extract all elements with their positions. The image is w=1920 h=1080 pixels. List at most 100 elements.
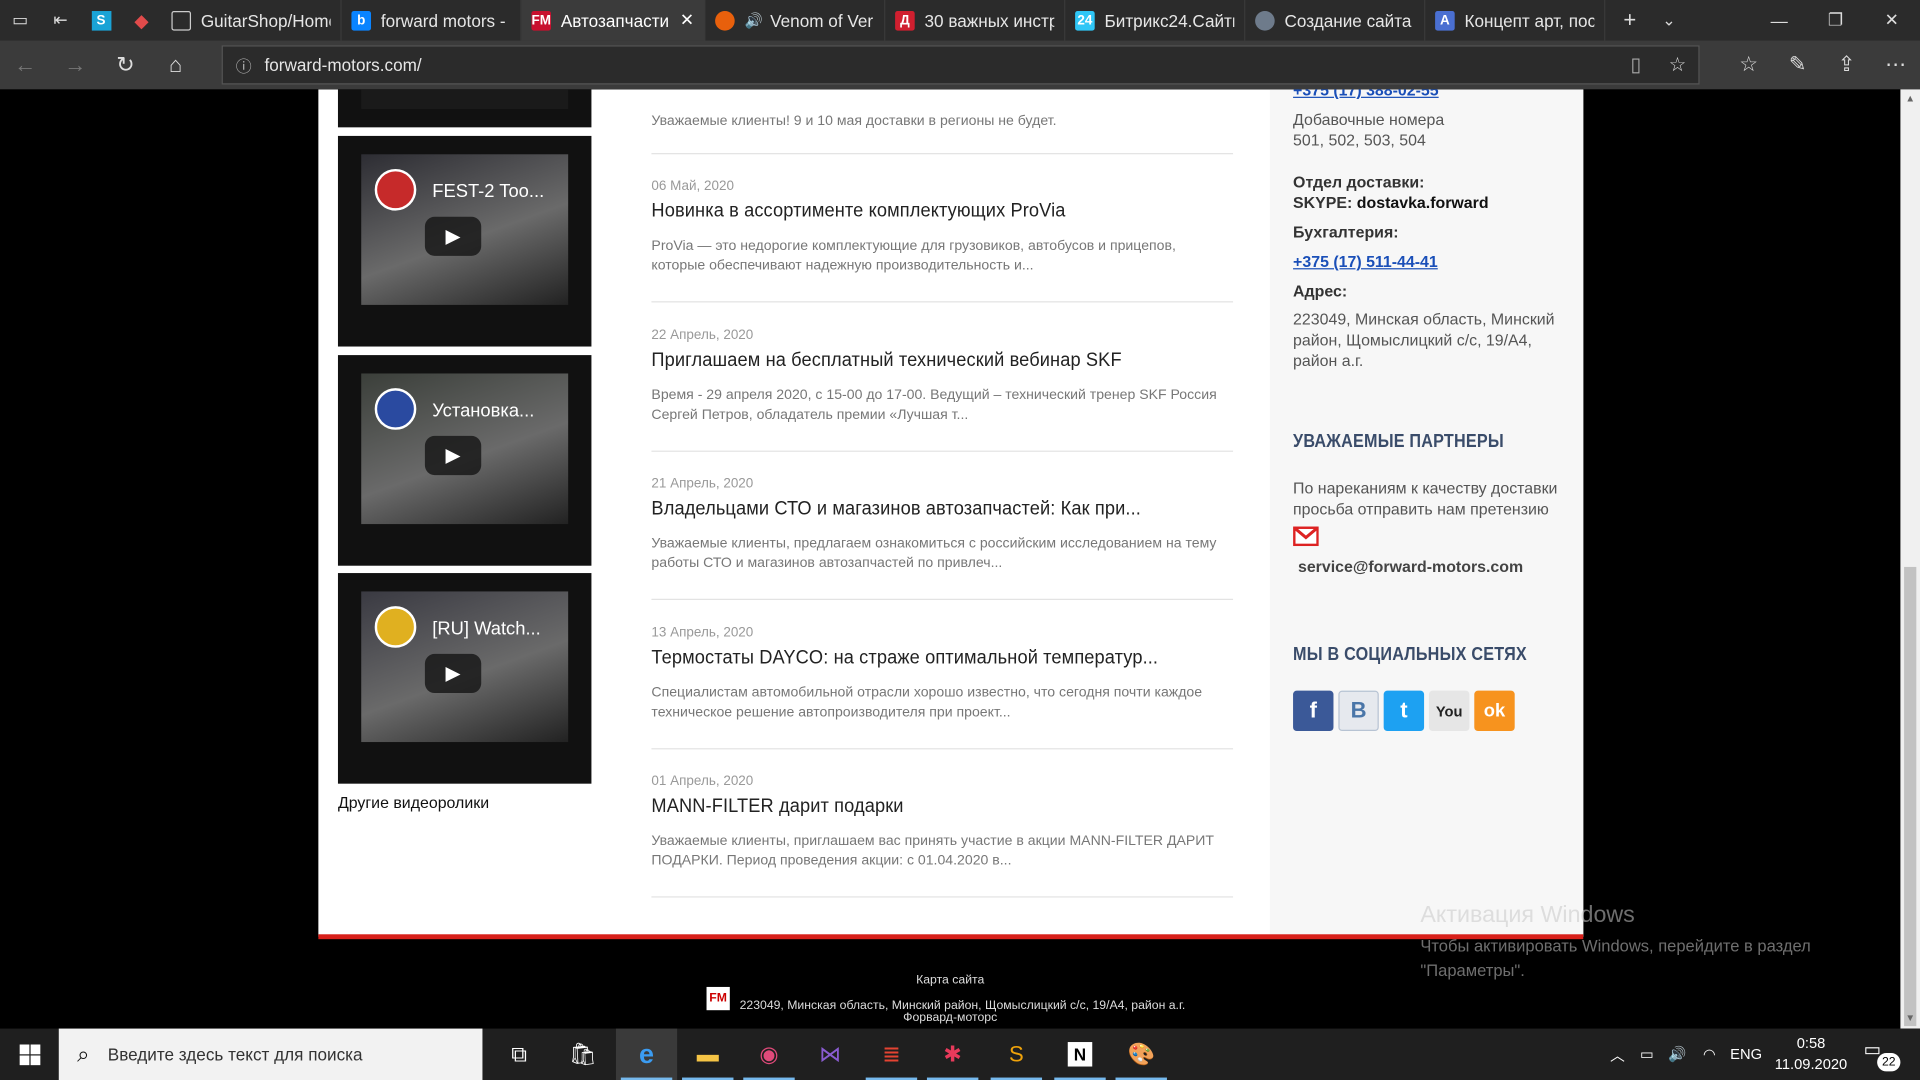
web-note-icon[interactable]: ✎	[1773, 40, 1822, 89]
play-icon[interactable]: ▶	[424, 653, 482, 694]
tab-3[interactable]: 🔊 Venom of Ver	[705, 0, 886, 41]
news-item-partial[interactable]: Уважаемые клиенты! 9 и 10 мая доставки в…	[651, 89, 1234, 155]
skype-pinned-icon[interactable]: S	[81, 0, 121, 40]
play-icon[interactable]: ▶	[424, 435, 482, 476]
notification-count-badge: 22	[1877, 1053, 1901, 1072]
address-text: 223049, Минская область, Минский район, …	[1293, 309, 1555, 370]
twitter-icon[interactable]: t	[1383, 690, 1425, 732]
news-title-link[interactable]: Приглашаем на бесплатный технический веб…	[651, 350, 1232, 372]
browser-toolbar: ← → ↻ ⌂ ⓘ forward-motors.com/ ▯ ☆ ☆ ✎ ⇪ …	[0, 40, 1920, 90]
tab-5[interactable]: 24 Битрикс24.Сайты	[1065, 0, 1246, 41]
visual-studio-icon[interactable]: ⋈	[800, 1029, 861, 1080]
partners-email-link[interactable]: service@forward-motors.com	[1298, 556, 1523, 577]
tab-audio-icon[interactable]: 🔊	[744, 12, 762, 29]
scroll-thumb[interactable]	[1904, 566, 1917, 1027]
tab-label: forward motors -	[380, 10, 506, 31]
social-heading: МЫ В СОЦИАЛЬНЫХ СЕТЯХ	[1293, 644, 1559, 665]
partners-email[interactable]: service@forward-motors.com	[1298, 557, 1523, 575]
battery-icon[interactable]: ▭	[1632, 1029, 1661, 1080]
page-scrollbar[interactable]: ▲ ▼	[1900, 89, 1920, 1029]
reading-view-icon[interactable]: ▯	[1615, 53, 1657, 77]
tab-0[interactable]: GuitarShop/Home	[162, 0, 342, 41]
news-date: 13 Апрель, 2020	[651, 625, 754, 641]
top-phone-link[interactable]: +375 (17) 388-02-55	[1293, 89, 1439, 100]
network-icon[interactable]: ◠	[1695, 1029, 1724, 1080]
scroll-up-icon[interactable]: ▲	[1900, 89, 1920, 109]
tab-list-chevron-icon[interactable]: ⌄	[1649, 0, 1688, 40]
tab-7[interactable]: A Концепт арт, пос	[1425, 0, 1606, 41]
pinned-cube-icon[interactable]: ◆	[121, 0, 161, 40]
facebook-icon[interactable]: f	[1293, 690, 1334, 732]
task-view-icon[interactable]: ⧉	[489, 1029, 550, 1080]
tab-4[interactable]: Д 30 важных инстр	[885, 0, 1066, 41]
edge-icon[interactable]: e	[615, 1028, 678, 1080]
address-label: Адрес:	[1293, 281, 1348, 301]
forward-icon[interactable]: →	[50, 40, 100, 89]
volume-icon[interactable]: 🔊	[1663, 1029, 1692, 1080]
sublime-text-icon[interactable]: S	[986, 1029, 1047, 1080]
favorite-star-icon[interactable]: ☆	[1657, 53, 1699, 77]
search-placeholder[interactable]: Введите здесь текст для поиска	[108, 1044, 363, 1064]
minimize-icon[interactable]: —	[1751, 0, 1807, 40]
video-card[interactable]: Установка... ▶	[337, 355, 592, 566]
home-icon[interactable]: ⌂	[151, 40, 201, 89]
todoist-icon[interactable]: ≣	[861, 1029, 922, 1080]
close-tab-icon[interactable]: ✕	[680, 10, 694, 31]
language-indicator[interactable]: ENG	[1724, 1029, 1768, 1080]
site-info-icon[interactable]: ⓘ	[223, 53, 265, 76]
notion-icon[interactable]: N	[1049, 1029, 1110, 1080]
restore-icon[interactable]: ❐	[1807, 0, 1863, 40]
close-window-icon[interactable]: ✕	[1864, 0, 1920, 40]
accounting-phone-link[interactable]: +375 (17) 511-44-41	[1293, 252, 1438, 270]
tab-1[interactable]: b forward motors -	[342, 0, 522, 41]
more-videos-link[interactable]: Другие видеоролики	[338, 793, 489, 811]
channel-avatar	[374, 606, 417, 648]
paint-app-icon[interactable]: 🎨	[1111, 1029, 1172, 1080]
address-url[interactable]: forward-motors.com/	[264, 55, 1615, 75]
action-center-icon[interactable]: ▭ 22	[1864, 1038, 1901, 1072]
youtube-icon[interactable]: You	[1428, 690, 1470, 732]
set-aside-tabs-icon[interactable]: ⇤	[40, 0, 80, 40]
scroll-down-icon[interactable]: ▼	[1900, 1009, 1920, 1029]
social-title: МЫ В СОЦИАЛЬНЫХ СЕТЯХ	[1293, 644, 1527, 665]
news-text: Уважаемые клиенты! 9 и 10 мая доставки в…	[651, 113, 1057, 129]
store-icon[interactable]: 🛍	[552, 1029, 613, 1080]
tab-actions-icon[interactable]: ▭	[0, 0, 40, 40]
tasks-app-icon[interactable]: ✱	[922, 1029, 983, 1080]
video-card[interactable]: [RU] Watch... ▶	[337, 573, 592, 784]
favorites-icon[interactable]: ☆	[1724, 40, 1773, 89]
tray-overflow-chevron-icon[interactable]: ︿	[1604, 1029, 1631, 1080]
new-tab-icon[interactable]: +	[1610, 0, 1649, 40]
music-app-icon[interactable]: ◉	[738, 1029, 799, 1080]
video-card-partial[interactable]	[337, 89, 592, 128]
channel-avatar	[374, 168, 417, 211]
tab-2[interactable]: FM Автозапчасти ✕	[521, 0, 706, 41]
site-favicon-icon: Д	[895, 10, 915, 31]
news-title-link[interactable]: Новинка в ассортименте комплектующих Pro…	[651, 201, 1232, 223]
screen: ▭ ⇤ S ◆ GuitarShop/Home b forward motors -…	[0, 0, 1920, 1080]
more-menu-icon[interactable]: ⋯	[1871, 40, 1920, 89]
vkontakte-icon[interactable]: В	[1338, 690, 1379, 732]
play-icon[interactable]: ▶	[424, 216, 482, 256]
news-item: 22 Апрель, 2020 Приглашаем на бесплатный …	[651, 304, 1234, 452]
start-windows-icon[interactable]	[0, 1029, 59, 1080]
refresh-icon[interactable]: ↻	[100, 40, 150, 89]
news-title-link[interactable]: Термостаты DAYCO: на страже оптимальной …	[651, 648, 1232, 670]
video-card[interactable]: FEST-2 Too... ▶	[337, 135, 592, 347]
address-bar[interactable]: ⓘ forward-motors.com/ ▯ ☆	[221, 45, 1700, 85]
odnoklassniki-icon[interactable]: ok	[1474, 690, 1515, 732]
news-title-link[interactable]: Владельцами СТО и магазинов автозапчасте…	[651, 498, 1232, 520]
tab-label: 30 важных инстр	[924, 10, 1055, 31]
taskbar-clock[interactable]: 0:58 11.09.2020	[1773, 1033, 1849, 1075]
taskbar-search[interactable]: ⌕ Введите здесь текст для поиска	[58, 1028, 483, 1080]
back-icon[interactable]: ←	[0, 40, 50, 89]
file-explorer-icon[interactable]: ▬	[677, 1029, 738, 1080]
news-title-link[interactable]: MANN-FILTER дарит подарки	[651, 796, 1232, 818]
tab-6[interactable]: Создание сайта в	[1245, 0, 1426, 41]
skype-handle[interactable]: dostavka.forward	[1357, 193, 1489, 211]
share-icon[interactable]: ⇪	[1822, 40, 1871, 89]
news-date: 22 Апрель, 2020	[651, 328, 754, 343]
tab-label: Битрикс24.Сайты	[1104, 10, 1235, 31]
partners-text: По нареканиям к качеству доставки просьб…	[1293, 478, 1558, 518]
tab-label: Создание сайта в	[1284, 10, 1415, 31]
